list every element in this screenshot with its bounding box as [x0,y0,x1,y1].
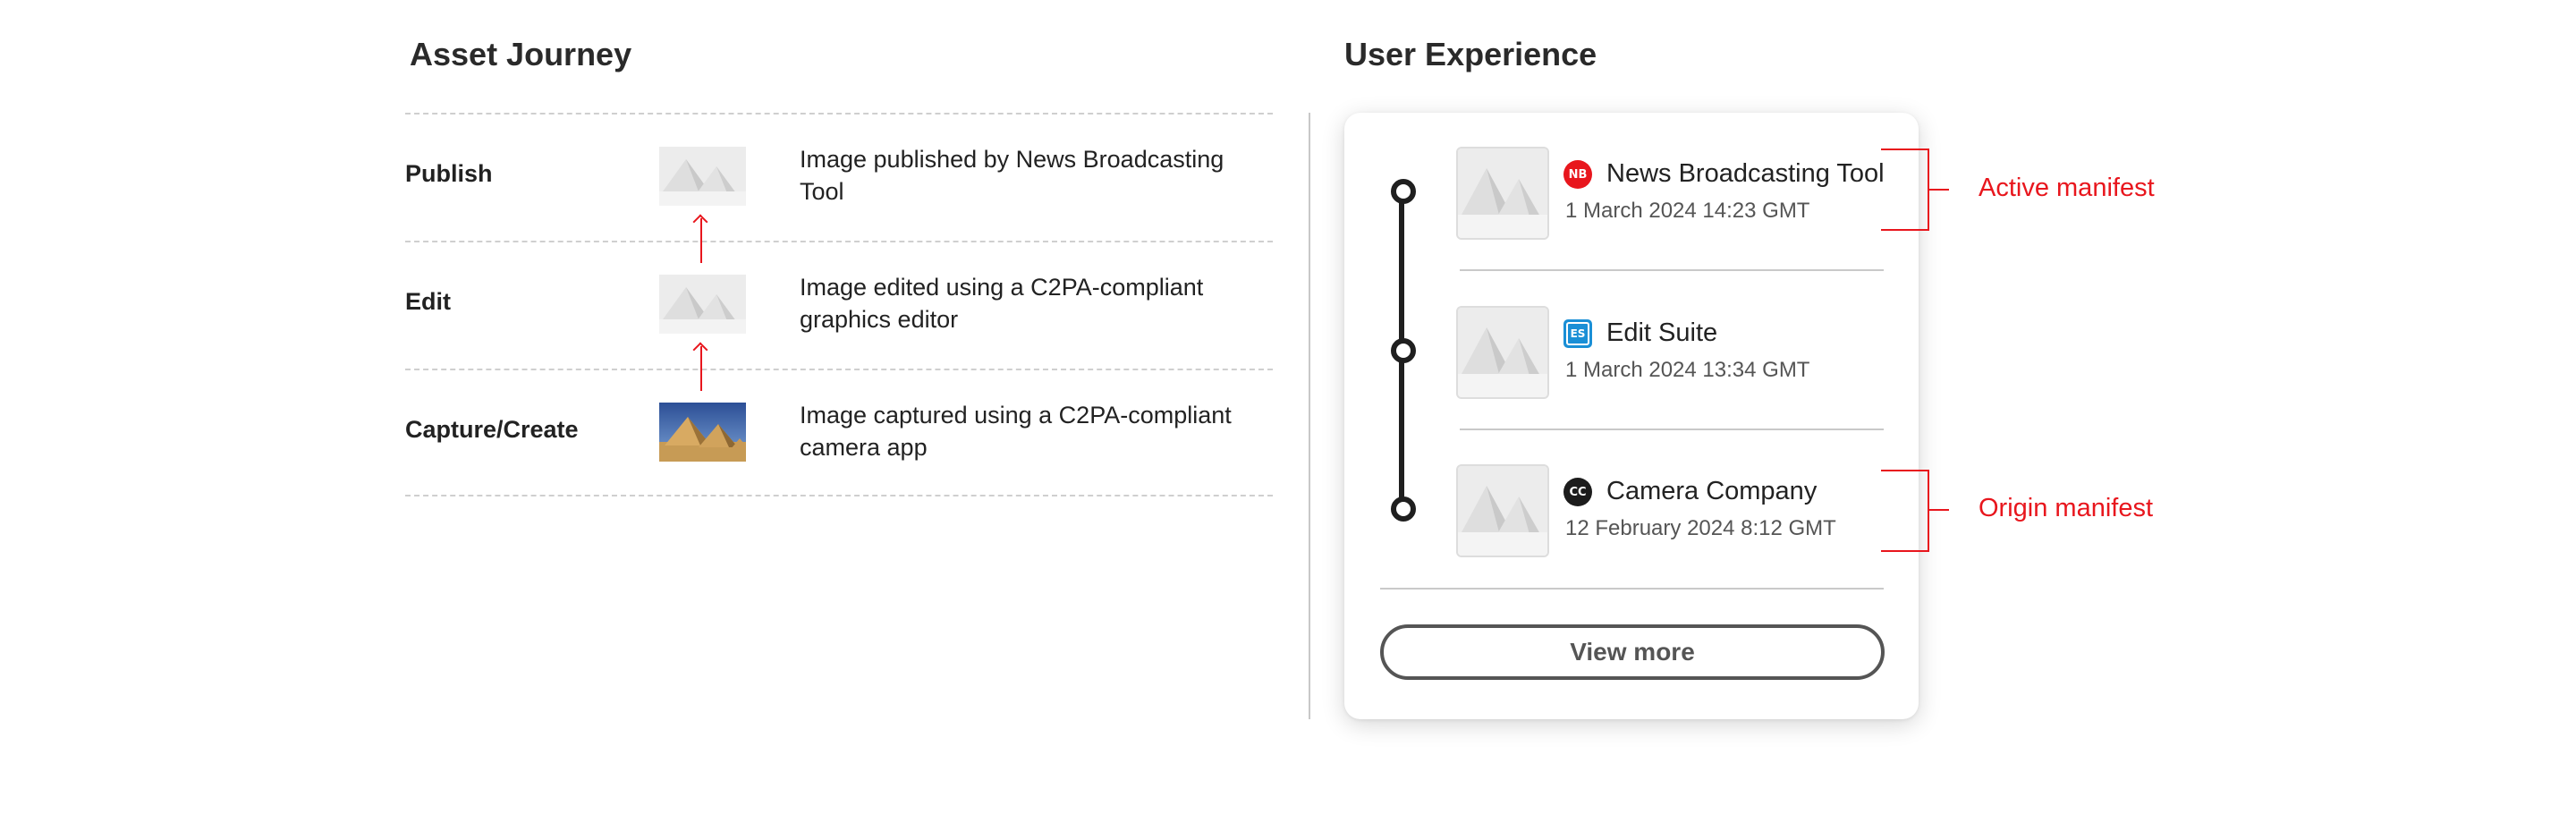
step-desc-edit: Image edited using a C2PA-compliant grap… [800,274,1204,333]
section-divider [1309,113,1310,719]
step-desc-capture: Image captured using a C2PA-compliant ca… [800,402,1232,461]
manifest-date: 1 March 2024 13:34 GMT [1565,358,1810,382]
step-desc-publish: Image published by News Broadcasting Too… [800,146,1224,205]
edit-thumbnail [659,275,746,334]
manifest-date: 12 February 2024 8:12 GMT [1565,516,1836,540]
origin-manifest-label: Origin manifest [1979,494,2154,522]
step-label-publish: Publish [405,160,493,187]
manifest-separator [1460,269,1884,271]
row-divider [405,241,1273,242]
news-broadcasting-logo-icon: NB [1563,160,1592,189]
publish-thumbnail [659,147,746,206]
manifest-name[interactable]: Camera Company [1606,477,1817,506]
active-manifest-bracket [1881,148,1929,231]
manifest-separator [1460,428,1884,430]
manifest-thumbnail[interactable] [1456,147,1549,240]
asset-journey-title: Asset Journey [410,36,632,72]
manifest-thumbnail[interactable] [1456,306,1549,399]
row-divider [405,113,1273,115]
step-label-edit: Edit [405,288,451,315]
active-manifest-label: Active manifest [1979,174,2155,202]
camera-company-logo-icon: CC [1563,478,1592,506]
manifest-name[interactable]: Edit Suite [1606,318,1717,348]
origin-manifest-bracket [1881,470,1929,552]
bracket-tick [1929,509,1949,511]
row-divider [405,495,1273,496]
timeline-node [1391,496,1416,522]
timeline-node [1391,338,1416,363]
up-arrow-icon [700,346,702,391]
bracket-tick [1929,189,1949,191]
edit-suite-logo-icon: ES [1563,319,1592,348]
row-divider [405,369,1273,370]
manifest-thumbnail[interactable] [1456,464,1549,557]
up-arrow-icon [700,218,702,263]
step-label-capture: Capture/Create [405,416,579,443]
timeline-node [1391,179,1416,204]
manifest-name[interactable]: News Broadcasting Tool [1606,159,1885,189]
manifest-separator [1380,588,1884,590]
user-experience-title: User Experience [1344,36,1597,72]
view-more-button[interactable]: View more [1380,624,1885,680]
capture-thumbnail [659,403,746,462]
manifest-date: 1 March 2024 14:23 GMT [1565,199,1810,223]
